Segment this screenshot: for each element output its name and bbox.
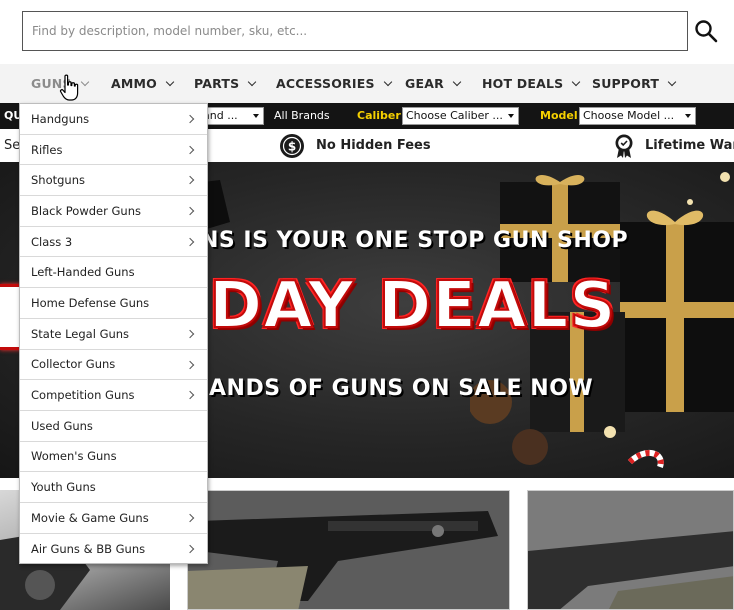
guns-dropdown-menu: Handguns Rifles Shotguns Black Powder Gu… (19, 103, 208, 564)
menu-item-youth-guns[interactable]: Youth Guns (20, 472, 207, 503)
menu-item-label: Left-Handed Guns (31, 265, 135, 280)
dropdown-arrow-icon (508, 114, 514, 118)
nav-hot-deals[interactable]: HOT DEALS (482, 64, 581, 103)
nav-ammo-label: AMMO (111, 76, 157, 91)
brand-select[interactable]: and ... (200, 107, 264, 125)
nav-hot-deals-label: HOT DEALS (482, 76, 564, 91)
menu-item-collector-guns[interactable]: Collector Guns (20, 350, 207, 381)
caliber-label: Caliber (357, 109, 401, 122)
nav-gear[interactable]: GEAR (405, 64, 462, 103)
brand-select-value: and ... (203, 109, 238, 122)
search-icon (695, 20, 718, 43)
chevron-right-icon (185, 390, 195, 400)
hero-headline: DAY DEALS (208, 269, 617, 343)
product-card[interactable] (187, 490, 510, 610)
menu-item-used-guns[interactable]: Used Guns (20, 411, 207, 442)
menu-item-class-3[interactable]: Class 3 (20, 227, 207, 258)
menu-item-label: Used Guns (31, 418, 93, 433)
menu-item-left-handed-guns[interactable]: Left-Handed Guns (20, 257, 207, 289)
menu-item-rifles[interactable]: Rifles (20, 135, 207, 166)
menu-item-handguns[interactable]: Handguns (20, 104, 207, 135)
chevron-right-icon (185, 206, 195, 216)
nav-parts-label: PARTS (194, 76, 240, 91)
product-image (188, 491, 509, 609)
chevron-down-icon (80, 77, 89, 86)
nav-accessories[interactable]: ACCESSORIES (276, 64, 392, 103)
page: GUNS AMMO PARTS ACCESSORIES GEAR HOT DEA… (0, 0, 734, 610)
main-nav: GUNS AMMO PARTS ACCESSORIES GEAR HOT DEA… (0, 64, 734, 103)
chevron-down-icon (165, 77, 175, 86)
product-card[interactable] (527, 490, 734, 610)
caliber-select[interactable]: Choose Caliber ... (402, 107, 519, 125)
benefit-warranty-label: Lifetime Warra (645, 138, 734, 153)
nav-ammo[interactable]: AMMO (111, 64, 175, 103)
chevron-right-icon (185, 114, 195, 124)
model-label: Model (540, 109, 578, 122)
menu-item-state-legal-guns[interactable]: State Legal Guns (20, 319, 207, 350)
dollar-badge-icon: $ (280, 133, 304, 158)
caliber-select-value: Choose Caliber ... (406, 109, 503, 122)
search-bar (0, 0, 734, 64)
nav-support-label: SUPPORT (592, 76, 660, 91)
chevron-down-icon (248, 77, 257, 86)
all-brands-text: All Brands (274, 109, 330, 122)
menu-item-womens-guns[interactable]: Women's Guns (20, 442, 207, 473)
menu-item-competition-guns[interactable]: Competition Guns (20, 380, 207, 411)
chevron-down-icon (572, 77, 581, 86)
chevron-down-icon (383, 77, 392, 86)
benefit-partial: Se (4, 138, 21, 153)
menu-item-label: Collector Guns (31, 357, 116, 372)
benefit-fees-label: No Hidden Fees (316, 138, 431, 153)
menu-item-shotguns[interactable]: Shotguns (20, 165, 207, 197)
nav-accessories-label: ACCESSORIES (276, 76, 375, 91)
chevron-down-icon (452, 77, 462, 86)
menu-item-label: Air Guns & BB Guns (31, 541, 146, 556)
menu-item-label: Rifles (31, 142, 63, 157)
benefit-no-hidden-fees: $ No Hidden Fees (279, 129, 431, 162)
menu-item-air-guns-bb-guns[interactable]: Air Guns & BB Guns (20, 534, 207, 565)
menu-item-label: Shotguns (31, 173, 86, 188)
menu-item-label: Handguns (31, 111, 90, 126)
chevron-right-icon (185, 237, 195, 246)
chevron-right-icon (185, 145, 195, 154)
award-ribbon-icon (615, 134, 633, 158)
menu-item-label: Movie & Game Guns (31, 510, 149, 525)
chevron-right-icon (185, 176, 195, 185)
dropdown-arrow-icon (253, 114, 259, 118)
menu-item-label: Home Defense Guns (31, 295, 150, 310)
product-image (528, 491, 733, 609)
menu-item-label: Black Powder Guns (31, 203, 141, 218)
chevron-right-icon (185, 360, 195, 369)
menu-item-black-powder-guns[interactable]: Black Powder Guns (20, 196, 207, 227)
benefit-lifetime-warranty: Lifetime Warra (614, 129, 734, 162)
hero-tagline: NS IS YOUR ONE STOP GUN SHOP (200, 228, 629, 253)
model-select-value: Choose Model ... (583, 109, 675, 122)
nav-support[interactable]: SUPPORT (592, 64, 677, 103)
model-select[interactable]: Choose Model ... (579, 107, 696, 125)
menu-item-label: State Legal Guns (31, 326, 130, 341)
hand-cursor-icon (59, 74, 79, 101)
menu-item-label: Class 3 (31, 234, 73, 249)
hero-subline: ANDS OF GUNS ON SALE NOW (209, 376, 594, 401)
svg-text:$: $ (288, 139, 296, 153)
search-input[interactable] (22, 11, 688, 51)
menu-item-label: Women's Guns (31, 449, 117, 464)
menu-item-movie-game-guns[interactable]: Movie & Game Guns (20, 503, 207, 534)
chevron-right-icon (185, 513, 195, 523)
search-button[interactable] (690, 12, 722, 50)
chevron-down-icon (667, 77, 677, 86)
chevron-right-icon (185, 544, 195, 553)
chevron-right-icon (185, 329, 195, 339)
dropdown-arrow-icon (685, 114, 691, 118)
menu-item-label: Youth Guns (31, 480, 96, 495)
menu-item-label: Competition Guns (31, 388, 135, 403)
menu-item-home-defense-guns[interactable]: Home Defense Guns (20, 288, 207, 319)
nav-parts[interactable]: PARTS (194, 64, 257, 103)
nav-gear-label: GEAR (405, 76, 444, 91)
